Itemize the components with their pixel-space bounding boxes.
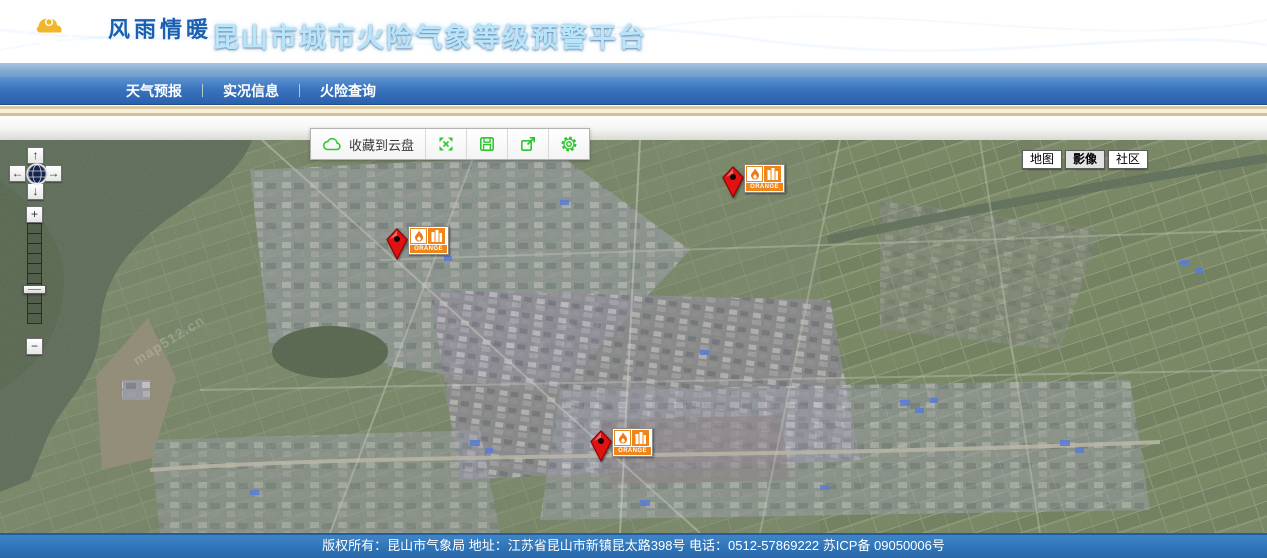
content-gap (0, 116, 1267, 140)
fire-risk-badge[interactable]: ORANGE (612, 428, 653, 457)
map-container: map512.cn ↑ ← → ↓ + − (0, 140, 1267, 533)
fullscreen-button[interactable] (426, 129, 467, 159)
flame-icon (614, 430, 631, 446)
footer-bar: 版权所有：昆山市气象局 地址：江苏省昆山市新镇昆太路398号 电话：0512-5… (0, 533, 1267, 558)
building-icon (428, 228, 445, 244)
main-nav: 天气预报 实况信息 火险查询 (0, 77, 1267, 105)
zoom-slider-track[interactable] (27, 224, 42, 324)
save-icon (478, 135, 496, 153)
warning-level-label: ORANGE (746, 183, 783, 191)
map-type-switcher: 地图 影像 社区 (1022, 150, 1148, 169)
fire-risk-badge[interactable]: ORANGE (408, 226, 449, 255)
map-type-map[interactable]: 地图 (1022, 150, 1062, 169)
zoom-in-button[interactable]: + (26, 206, 43, 223)
nav-separator (202, 84, 203, 97)
building-icon (632, 430, 649, 446)
settings-button[interactable] (549, 129, 589, 159)
map-pin-icon (386, 228, 408, 260)
nav-separator (299, 84, 300, 97)
login-link[interactable]: 登录 (1223, 45, 1247, 62)
page-title: 昆山市城市火险气象等级预警平台 (212, 16, 647, 55)
copyright-text: 版权所有：昆山市气象局 地址：江苏省昆山市新镇昆太路398号 电话：0512-5… (322, 538, 945, 553)
settings-gear-icon (560, 135, 578, 153)
share-button[interactable] (508, 129, 549, 159)
map-type-community[interactable]: 社区 (1108, 150, 1148, 169)
zoom-out-button[interactable]: − (26, 338, 43, 355)
map-pin-icon (590, 430, 612, 462)
flame-icon (746, 166, 763, 182)
building-icon (764, 166, 781, 182)
fullscreen-icon (437, 135, 455, 153)
warning-level-label: ORANGE (410, 245, 447, 253)
app-window: 风雨情暖 FENG YU QING NUAN 昆山市城市火险气象等级预警平台 登… (0, 0, 1267, 558)
pan-up-button[interactable]: ↑ (27, 147, 44, 164)
nav-item-live-info[interactable]: 实况信息 (217, 81, 285, 101)
cloud-icon (322, 136, 342, 152)
share-icon (519, 135, 537, 153)
pan-left-button[interactable]: ← (9, 165, 26, 182)
save-image-button[interactable] (467, 129, 508, 159)
save-to-cloud-label: 收藏到云盘 (349, 135, 414, 154)
map-type-satellite[interactable]: 影像 (1065, 150, 1105, 169)
app-header: 风雨情暖 FENG YU QING NUAN 昆山市城市火险气象等级预警平台 登… (0, 0, 1267, 63)
flame-icon (410, 228, 427, 244)
fire-risk-badge[interactable]: ORANGE (744, 164, 785, 193)
zoom-level-cell[interactable] (27, 313, 42, 324)
pan-down-button[interactable]: ↓ (27, 183, 44, 200)
weather-bureau-logo (24, 2, 74, 60)
fire-warning-marker[interactable]: ORANGE (590, 428, 650, 464)
nav-item-weather-forecast[interactable]: 天气预报 (120, 81, 188, 101)
satellite-map-canvas[interactable] (0, 140, 1267, 533)
zoom-slider-handle[interactable] (23, 285, 46, 294)
warning-level-label: ORANGE (614, 447, 651, 455)
globe-reset-button[interactable] (26, 163, 48, 185)
save-to-cloud-button[interactable]: 收藏到云盘 (311, 129, 426, 159)
map-toolbar: 收藏到云盘 (310, 128, 590, 160)
nav-item-fire-risk-query[interactable]: 火险查询 (314, 81, 382, 101)
fire-warning-marker[interactable]: ORANGE (722, 164, 782, 200)
map-pin-icon (722, 166, 744, 198)
header-divider-strip (0, 63, 1267, 77)
fire-warning-marker[interactable]: ORANGE (386, 226, 446, 262)
